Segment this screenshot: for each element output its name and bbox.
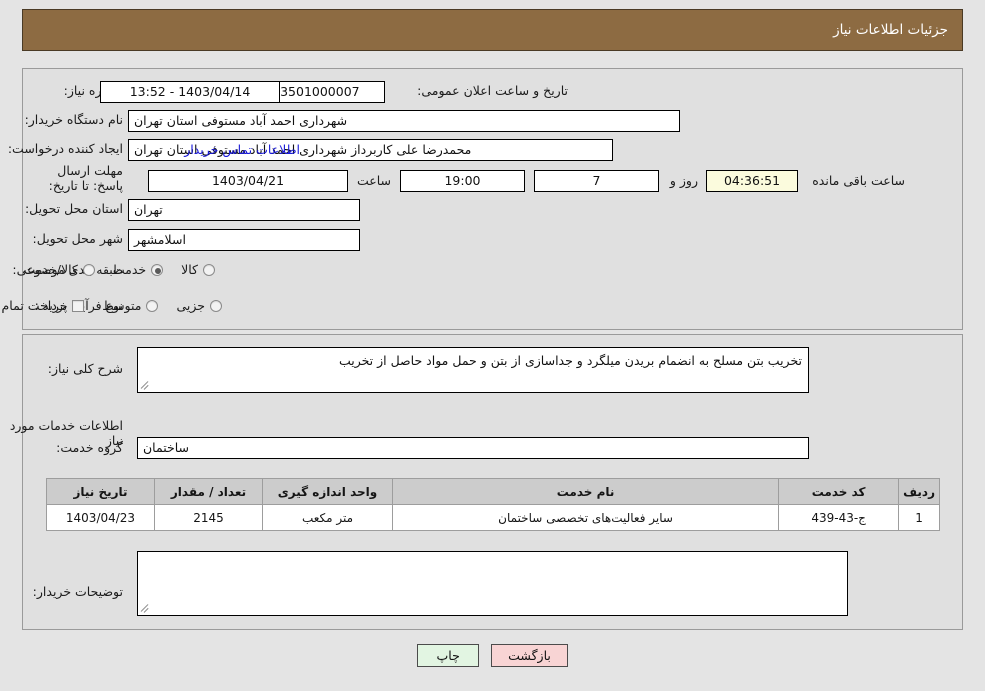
category-option-label: کالا/خدمت bbox=[23, 262, 78, 277]
deadline-date-field: 1403/04/21 bbox=[148, 170, 348, 192]
radio-icon[interactable] bbox=[82, 263, 95, 276]
radio-icon[interactable] bbox=[146, 299, 159, 312]
col-index: ردیف bbox=[898, 478, 940, 505]
col-code: کد خدمت bbox=[778, 478, 900, 505]
buyer-org-field: شهرداری احمد آباد مستوفی استان تهران bbox=[128, 110, 680, 132]
countdown-field: 04:36:51 bbox=[706, 170, 798, 192]
cell-index: 1 bbox=[898, 504, 940, 531]
delivery-province-label: استان محل تحویل: bbox=[24, 201, 123, 216]
category-radio-group: کالا خدمت کالا/خدمت bbox=[5, 262, 215, 277]
page-title-bar: جزئیات اطلاعات نیاز bbox=[22, 9, 963, 51]
announce-datetime-field: 1403/04/14 - 13:52 bbox=[100, 81, 280, 103]
treasury-bonds-label: پرداخت تمام یا بخشی از مبلغ خرید،از محل … bbox=[0, 298, 68, 313]
buyer-contact-link[interactable]: اطلاعات تماس خریدار bbox=[184, 142, 300, 157]
service-group-field: ساختمان bbox=[137, 437, 809, 459]
city-label-wrap: شهر محل تحویل: bbox=[33, 231, 123, 246]
radio-icon[interactable] bbox=[151, 263, 164, 276]
buyer-org-label-wrap: نام دستگاه خریدار: bbox=[25, 112, 123, 127]
service-group-label: گروه خدمت: bbox=[56, 440, 123, 455]
services-table: ردیف کد خدمت نام خدمت واحد اندازه گیری ت… bbox=[46, 478, 940, 531]
cell-name: سایر فعالیت‌های تخصصی ساختمان bbox=[391, 504, 780, 531]
buyer-notes-textarea[interactable] bbox=[137, 551, 848, 616]
back-button[interactable]: بازگشت bbox=[491, 644, 568, 667]
category-option-label: کالا bbox=[181, 262, 198, 277]
col-quantity: تعداد / مقدار bbox=[154, 478, 263, 505]
deadline-label-wrap: مهلت ارسال پاسخ: تا تاریخ: bbox=[48, 163, 123, 193]
resize-grip-icon[interactable] bbox=[140, 380, 151, 390]
days-label: روز و bbox=[669, 173, 698, 188]
category-option-kala-khedmat[interactable]: کالا/خدمت bbox=[23, 262, 95, 277]
page-title: جزئیات اطلاعات نیاز bbox=[833, 22, 948, 38]
process-option-jozee[interactable]: جزیی bbox=[176, 298, 222, 313]
category-option-kala[interactable]: کالا bbox=[181, 262, 215, 277]
need-summary-label: شرح کلی نیاز: bbox=[47, 361, 123, 376]
need-summary-text: تخریب بتن مسلح به انضمام بریدن میلگرد و … bbox=[338, 353, 802, 368]
province-label-wrap: استان محل تحویل: bbox=[25, 201, 123, 216]
process-option-label: متوسط bbox=[102, 298, 142, 313]
print-button[interactable]: چاپ bbox=[417, 644, 480, 667]
response-deadline-label: مهلت ارسال پاسخ: تا تاریخ: bbox=[48, 163, 123, 193]
resize-grip-icon[interactable] bbox=[140, 603, 151, 613]
remaining-days-field: 7 bbox=[534, 170, 659, 192]
creator-label-wrap: ایجاد کننده درخواست: bbox=[8, 141, 123, 156]
col-unit: واحد اندازه گیری bbox=[262, 478, 393, 505]
cell-unit: متر مکعب bbox=[262, 504, 393, 531]
col-name: نام خدمت bbox=[391, 478, 780, 505]
category-option-label: خدمت bbox=[112, 262, 147, 277]
request-creator-label: ایجاد کننده درخواست: bbox=[7, 141, 123, 156]
cell-date: 1403/04/23 bbox=[46, 504, 155, 531]
announce-label-wrap: تاریخ و ساعت اعلان عمومی: bbox=[417, 83, 568, 98]
countdown-label: ساعت باقی مانده bbox=[812, 173, 905, 188]
process-option-motavaset[interactable]: متوسط bbox=[102, 298, 159, 313]
process-option-label: جزیی bbox=[176, 298, 205, 313]
cell-code: ج-43-439 bbox=[778, 504, 900, 531]
delivery-city-field: اسلامشهر bbox=[128, 229, 360, 251]
treasury-bonds-checkbox-wrap[interactable]: پرداخت تمام یا بخشی از مبلغ خرید،از محل … bbox=[0, 298, 85, 313]
table-row: 1 ج-43-439 سایر فعالیت‌های تخصصی ساختمان… bbox=[46, 504, 940, 531]
table-header-row: ردیف کد خدمت نام خدمت واحد اندازه گیری ت… bbox=[46, 478, 940, 505]
radio-icon[interactable] bbox=[210, 299, 222, 312]
buyer-notes-label: توضیحات خریدار: bbox=[32, 584, 123, 599]
delivery-city-label: شهر محل تحویل: bbox=[32, 231, 123, 246]
col-date: تاریخ نیاز bbox=[46, 478, 155, 505]
need-summary-textarea[interactable]: تخریب بتن مسلح به انضمام بریدن میلگرد و … bbox=[137, 347, 809, 393]
footer-button-bar: بازگشت چاپ bbox=[0, 644, 985, 667]
process-radio-group: جزیی متوسط پرداخت تمام یا بخشی از مبلغ خ… bbox=[0, 298, 222, 313]
hour-label: ساعت bbox=[356, 173, 391, 188]
deadline-hour-field: 19:00 bbox=[400, 170, 525, 192]
radio-icon[interactable] bbox=[203, 263, 215, 276]
delivery-province-field: تهران bbox=[128, 199, 360, 221]
category-option-khedmat[interactable]: خدمت bbox=[112, 262, 164, 277]
cell-quantity: 2145 bbox=[154, 504, 263, 531]
services-table-wrap: ردیف کد خدمت نام خدمت واحد اندازه گیری ت… bbox=[46, 478, 940, 531]
page-root: AriaTender.net جزئیات اطلاعات نیاز شماره… bbox=[0, 0, 985, 691]
announce-datetime-label: تاریخ و ساعت اعلان عمومی: bbox=[417, 83, 568, 98]
buyer-org-label: نام دستگاه خریدار: bbox=[24, 112, 123, 127]
checkbox-icon[interactable] bbox=[72, 299, 85, 312]
